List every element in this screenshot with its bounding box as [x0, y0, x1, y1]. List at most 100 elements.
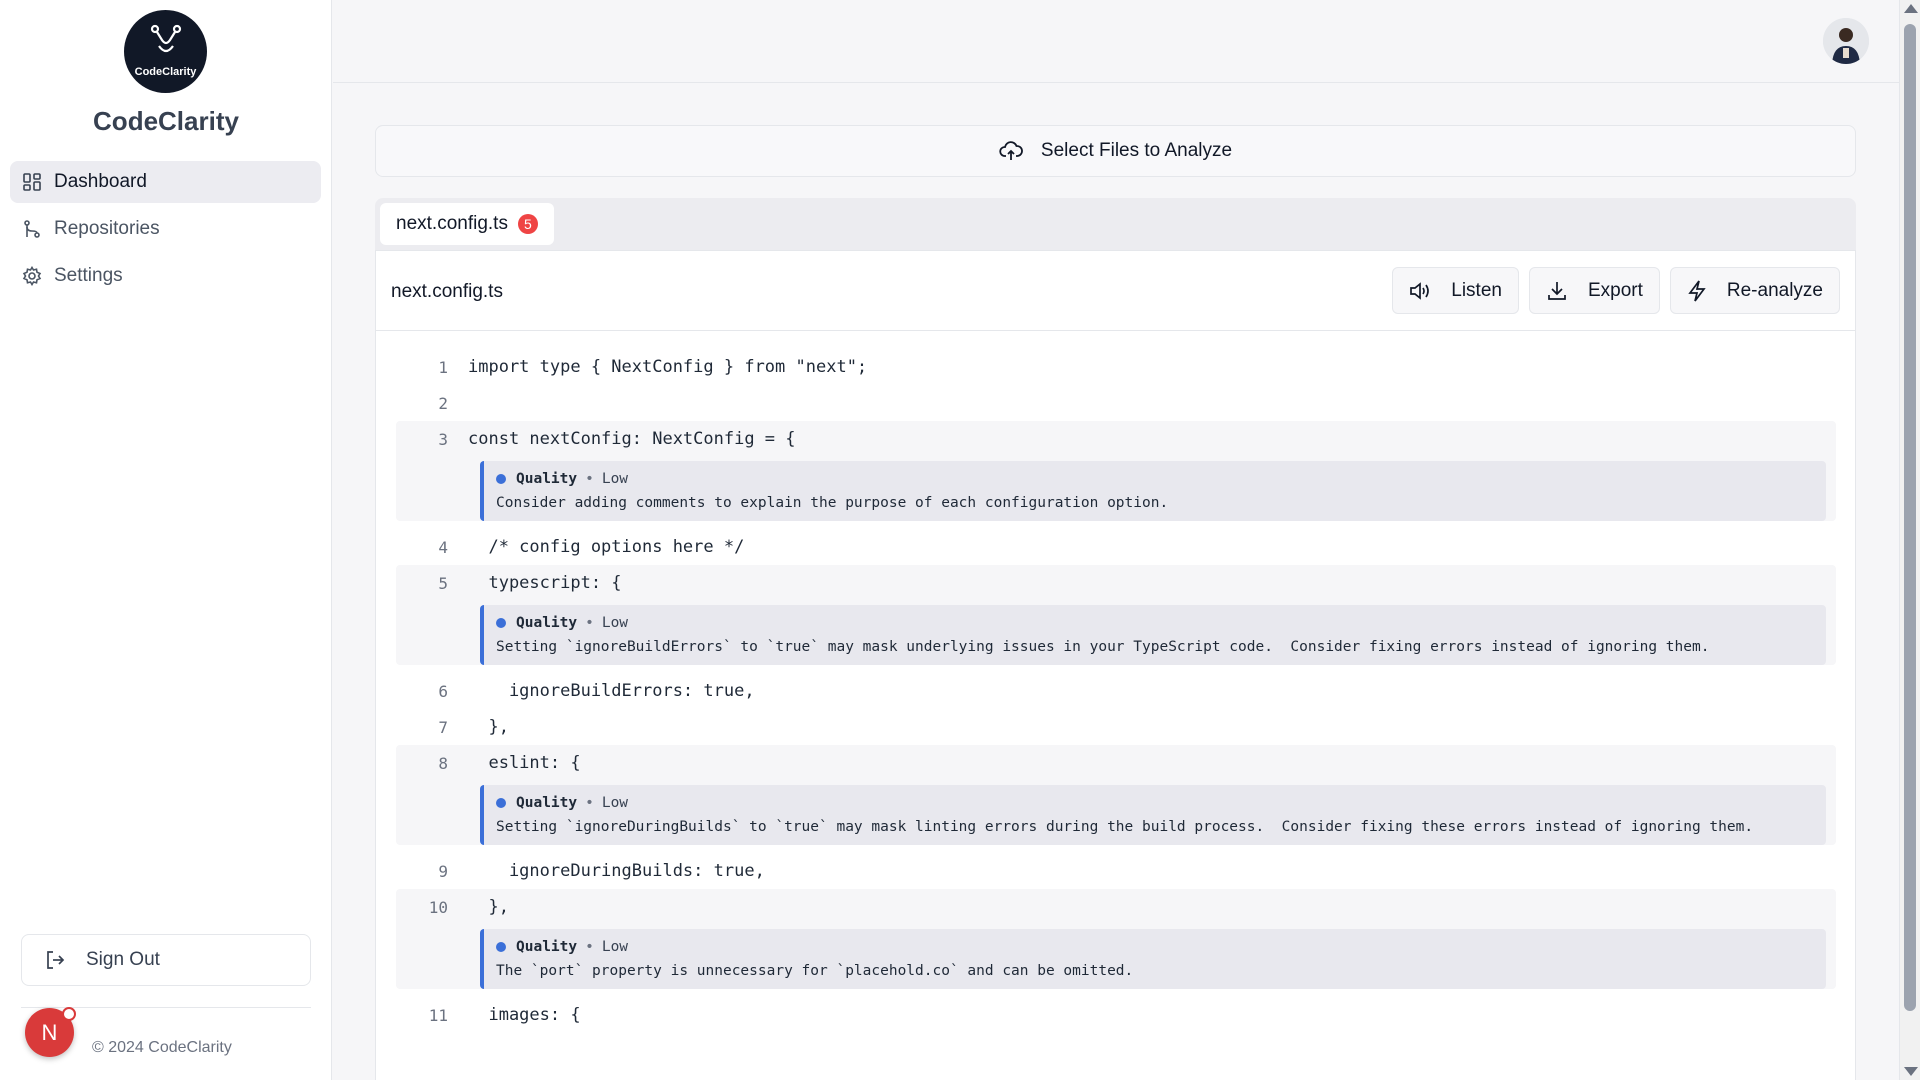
app-name: CodeClarity — [93, 106, 239, 136]
sidebar: CodeClarity CodeClarity Dashboard Reposi… — [0, 0, 332, 1080]
gear-icon — [22, 266, 42, 286]
avatar[interactable] — [1823, 18, 1869, 64]
issue-message: Setting `ignoreBuildErrors` to `true` ma… — [496, 639, 1710, 655]
sidebar-item-label: Repositories — [54, 218, 160, 239]
sidebar-item-settings[interactable]: Settings — [10, 255, 321, 297]
listen-label: Listen — [1451, 279, 1502, 301]
line-number: 10 — [428, 897, 448, 917]
sidebar-item-dashboard[interactable]: Dashboard — [10, 161, 321, 203]
issue-category: Quality — [516, 795, 578, 811]
line-number: 9 — [438, 861, 448, 881]
line-number: 5 — [438, 573, 448, 593]
export-button[interactable]: Export — [1528, 267, 1660, 314]
issue-severity: Low — [601, 615, 629, 631]
line-number: 4 — [438, 537, 448, 557]
user-initial-avatar[interactable]: N — [25, 1007, 76, 1057]
reanalyze-button[interactable]: Re-analyze — [1669, 267, 1840, 314]
line-text: }, — [468, 897, 509, 917]
severity-dot-icon — [496, 798, 506, 808]
separator: • — [585, 615, 594, 631]
line-text: typescript: { — [468, 573, 622, 593]
issue-severity: Low — [601, 795, 629, 811]
line-text: }, — [468, 717, 509, 737]
copyright: © 2024 CodeClarity — [92, 1039, 232, 1056]
issue-card[interactable]: Quality • Low The `port` property is unnec… — [480, 929, 1826, 989]
sign-out-button[interactable]: Sign Out — [21, 934, 311, 986]
issue-message: Setting `ignoreDuringBuilds` to `true` m… — [496, 819, 1754, 835]
line-text: ignoreBuildErrors: true, — [468, 681, 755, 701]
line-number: 7 — [438, 717, 448, 737]
separator: • — [585, 471, 594, 487]
notification-dot — [62, 1007, 76, 1021]
code-line: 9 ignoreDuringBuilds: true, — [396, 853, 1836, 889]
speaker-icon — [1409, 281, 1431, 301]
code-line: 4 /* config options here */ — [396, 529, 1836, 565]
sidebar-item-label: Settings — [54, 265, 123, 286]
line-text: ignoreDuringBuilds: true, — [468, 861, 765, 881]
panel-header: next.config.ts Listen Export Re-analyze — [376, 251, 1855, 331]
tab-next-config[interactable]: next.config.ts 5 — [380, 203, 554, 245]
scroll-down-arrow-icon[interactable] — [1904, 1067, 1918, 1076]
file-title: next.config.ts — [391, 281, 503, 302]
separator: • — [585, 795, 594, 811]
scroll-thumb[interactable] — [1904, 24, 1916, 1011]
logo-text: CodeClarity — [134, 66, 197, 78]
issue-severity: Low — [601, 939, 629, 955]
page-scrollbar[interactable] — [1899, 0, 1920, 1080]
code-line: 5 typescript: { — [396, 565, 1836, 601]
sign-out-icon — [44, 949, 66, 971]
issue-card[interactable]: Quality • Low Setting `ignoreBuildErrors` … — [480, 605, 1826, 665]
code-line: 11 images: { — [396, 997, 1836, 1033]
sidebar-item-label: Dashboard — [54, 171, 147, 192]
listen-button[interactable]: Listen — [1392, 267, 1519, 314]
reanalyze-label: Re-analyze — [1726, 279, 1823, 301]
select-files-button[interactable]: Select Files to Analyze — [375, 125, 1856, 177]
severity-dot-icon — [496, 942, 506, 952]
app-logo[interactable]: CodeClarity — [124, 10, 207, 93]
issue-count-badge: 5 — [517, 214, 538, 234]
code-view: 1 import type { NextConfig } from "next"… — [396, 349, 1836, 1033]
annotated-line: 8 eslint: { Quality • Low Setting `ignoreD… — [396, 745, 1836, 845]
sidebar-nav: Dashboard Repositories Settings — [10, 161, 321, 302]
issue-card[interactable]: Quality • Low Setting `ignoreDuringBuilds`… — [480, 785, 1826, 845]
line-number: 1 — [438, 357, 448, 377]
line-number: 3 — [438, 429, 448, 449]
export-label: Export — [1587, 279, 1643, 301]
line-number: 2 — [438, 393, 448, 413]
annotated-line: 3 const nextConfig: NextConfig = { Quali… — [396, 421, 1836, 521]
file-tabs: next.config.ts 5 — [375, 198, 1856, 250]
issue-card[interactable]: Quality • Low Consider adding comments to … — [480, 461, 1826, 521]
code-line: 8 eslint: { — [396, 745, 1836, 781]
annotated-line: 5 typescript: { Quality • Low Setting `ign… — [396, 565, 1836, 665]
panel-actions: Listen Export Re-analyze — [1392, 267, 1840, 314]
top-bar — [333, 0, 1899, 83]
annotated-line: 10 }, Quality • Low The `port` property is… — [396, 889, 1836, 989]
code-line: 10 }, — [396, 889, 1836, 925]
tab-label: next.config.ts — [396, 213, 508, 234]
severity-dot-icon — [496, 474, 506, 484]
line-text: import type { NextConfig } from "next"; — [468, 357, 868, 377]
code-line: 1 import type { NextConfig } from "next"… — [396, 349, 1836, 385]
separator: • — [585, 939, 594, 955]
user-photo-icon — [1823, 18, 1869, 64]
issue-category: Quality — [516, 615, 578, 631]
git-branch-icon — [22, 219, 42, 239]
code-line: 3 const nextConfig: NextConfig = { — [396, 421, 1836, 457]
line-number: 6 — [438, 681, 448, 701]
issue-message: Consider adding comments to explain the … — [496, 495, 1169, 511]
download-icon — [1546, 280, 1568, 302]
line-text: /* config options here */ — [468, 537, 745, 557]
line-text: const nextConfig: NextConfig = { — [468, 429, 796, 449]
file-analysis-panel: next.config.ts Listen Export Re-analyze … — [375, 250, 1856, 1080]
sign-out-label: Sign Out — [86, 949, 160, 970]
scroll-up-arrow-icon[interactable] — [1904, 4, 1918, 13]
severity-dot-icon — [496, 618, 506, 628]
line-number: 11 — [428, 1005, 448, 1025]
lightning-icon — [1687, 279, 1707, 302]
sidebar-item-repositories[interactable]: Repositories — [10, 208, 321, 250]
issue-category: Quality — [516, 471, 578, 487]
select-files-label: Select Files to Analyze — [1040, 140, 1233, 161]
line-number: 8 — [438, 753, 448, 773]
avatar-initial: N — [41, 1019, 58, 1045]
line-text: images: { — [468, 1005, 581, 1025]
